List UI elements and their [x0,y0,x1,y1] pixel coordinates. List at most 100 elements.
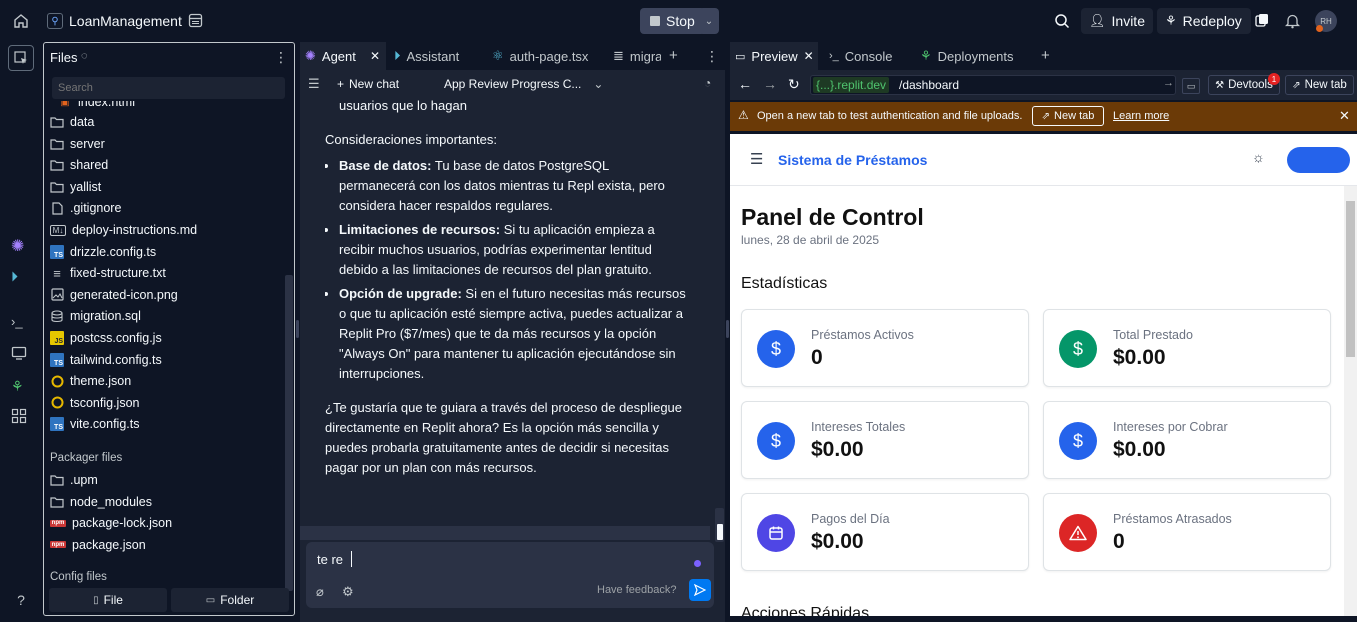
stop-label: Stop [666,13,695,29]
chat-history-icon[interactable]: ☰ [308,76,320,92]
file-item[interactable]: theme.json [50,371,131,391]
agent-panel: ✺ Agent ✕ ⏵ Assistant ⚛ auth-page.tsx ≣ … [300,42,725,622]
usage-gauge-icon[interactable]: ◔ [704,76,711,90]
folder-item[interactable]: shared [50,155,108,175]
search-input[interactable] [52,77,285,99]
resize-handle[interactable] [296,320,299,338]
new-chat-button[interactable]: + New chat [337,77,399,91]
send-icon [694,584,706,596]
file-label: tailwind.config.ts [70,352,162,367]
file-item[interactable]: npm package-lock.json [50,513,172,533]
tab-console[interactable]: ›_ Console [829,42,892,70]
database-icon: ≣ [613,48,624,63]
scroll-thumb[interactable] [717,524,723,540]
add-tab-icon[interactable]: + [1041,47,1050,64]
settings-icon[interactable]: ⚙ [342,584,354,600]
folder-item[interactable]: server [50,134,105,154]
deployments-icon[interactable]: ⚘ [11,378,31,398]
file-item[interactable]: M↓ deploy-instructions.md [50,220,197,240]
back-icon[interactable]: ← [738,76,752,92]
help-icon[interactable]: ? [11,592,31,612]
theme-toggle-icon[interactable]: ☼ [1252,149,1265,165]
stop-button[interactable]: Stop [640,8,705,34]
folder-item[interactable]: yallist [50,177,101,197]
new-tab-button[interactable]: ⇗ New tab [1285,75,1354,95]
folder-item[interactable]: node_modules [50,492,152,512]
folder-item[interactable]: data [50,112,94,132]
new-folder-button[interactable]: ▭ Folder [171,588,289,612]
bell-icon[interactable] [1283,12,1301,30]
file-item[interactable]: migration.sql [50,306,141,326]
file-item[interactable]: .gitignore [50,198,121,218]
tab-agent[interactable]: ✺ Agent ✕ [300,42,386,70]
learn-more-link[interactable]: Learn more [1113,110,1169,122]
send-button[interactable] [689,579,711,601]
more-options-icon[interactable]: ⋮ [274,49,288,66]
tab-deployments[interactable]: ⚘ Deployments [920,42,1014,70]
chat-input-box[interactable]: te re ⌀ ⚙ Have feedback? [306,542,714,608]
app-brand[interactable]: Sistema de Préstamos [778,152,927,168]
file-item[interactable]: TS vite.config.ts [50,414,139,434]
project-name[interactable]: LoanManagement [69,13,182,29]
tab-migration[interactable]: ≣ migra [613,42,661,70]
devtools-label: Devtools [1228,79,1273,91]
feedback-link[interactable]: Have feedback? [597,584,677,596]
chat-input[interactable]: te re [317,552,343,567]
scroll-thumb[interactable] [1346,201,1355,357]
files-rail-button[interactable] [8,45,34,71]
app-scrollbar[interactable] [1344,186,1357,616]
folder-item[interactable]: .upm [50,470,98,490]
npm-icon: npm [50,519,66,527]
tab-assistant[interactable]: ⏵ Assistant [394,42,459,70]
top-bar: ⚲ LoanManagement Stop ⌄ 👤︎ Invite ⚘ Rede… [0,0,1357,42]
run-options-dropdown[interactable]: ⌄ [699,8,719,34]
screen-icon[interactable]: ▭ [1182,78,1200,94]
file-item[interactable]: TS tailwind.config.ts [50,350,162,370]
shell-icon[interactable]: ›_ [11,314,31,334]
file-item[interactable]: JS postcss.config.js [50,328,162,348]
user-menu-button[interactable] [1287,147,1350,173]
add-tab-icon[interactable]: + [669,47,678,64]
new-file-button[interactable]: ▯ File [49,588,167,612]
scrollbar-thumb[interactable] [285,275,293,591]
resize-handle[interactable] [726,320,729,338]
conversation-title: App Review Progress C... [444,77,582,91]
file-item[interactable]: tsconfig.json [50,393,139,413]
search-icon[interactable] [1053,12,1071,30]
close-icon[interactable]: ✕ [1339,108,1350,124]
file-icon [50,201,64,215]
attach-icon[interactable]: ⌀ [316,584,324,600]
file-item[interactable]: generated-icon.png [50,285,178,305]
tab-auth-page[interactable]: ⚛ auth-page.tsx [492,42,588,70]
copy-icon[interactable] [1254,12,1270,28]
all-tools-icon[interactable] [11,408,31,428]
more-options-icon[interactable]: ⋮ [705,48,719,65]
file-item[interactable]: TS drizzle.config.ts [50,242,156,262]
stat-card: Pagos del Día $0.00 [741,493,1029,571]
file-item[interactable]: ≡ fixed-structure.txt [50,263,166,283]
text-file-icon: ≡ [53,265,61,281]
forward-icon[interactable]: → [763,76,777,92]
menu-icon[interactable]: ☰ [750,150,763,168]
refresh-icon[interactable]: ↻ [788,76,800,93]
panel-toggle-icon[interactable] [187,12,203,28]
tab-label: Assistant [406,48,460,64]
open-url-icon[interactable]: → [1163,77,1174,89]
invite-button[interactable]: 👤︎ Invite [1081,8,1153,34]
file-item[interactable]: ▣ index.html [58,101,135,112]
banner-new-tab-button[interactable]: ⇗ New tab [1032,106,1104,126]
alert-icon [1059,514,1097,552]
close-icon[interactable]: ✕ [370,49,380,63]
assistant-icon[interactable]: ⏵ [11,268,31,288]
conversation-selector[interactable]: App Review Progress C... ⌄ [444,77,603,91]
agent-icon[interactable]: ✺ [11,236,31,256]
tab-preview[interactable]: ▭ Preview ✕ [730,42,818,70]
folder-icon [50,473,64,487]
file-item[interactable]: npm package.json [50,535,146,555]
home-icon[interactable] [12,12,30,30]
url-bar[interactable]: {...}.replit.dev /dashboard → [810,75,1176,95]
monitor-icon[interactable] [11,345,31,365]
tab-label: Console [844,48,893,64]
redeploy-button[interactable]: ⚘ Redeploy [1157,8,1251,34]
close-icon[interactable]: ✕ [804,49,814,63]
